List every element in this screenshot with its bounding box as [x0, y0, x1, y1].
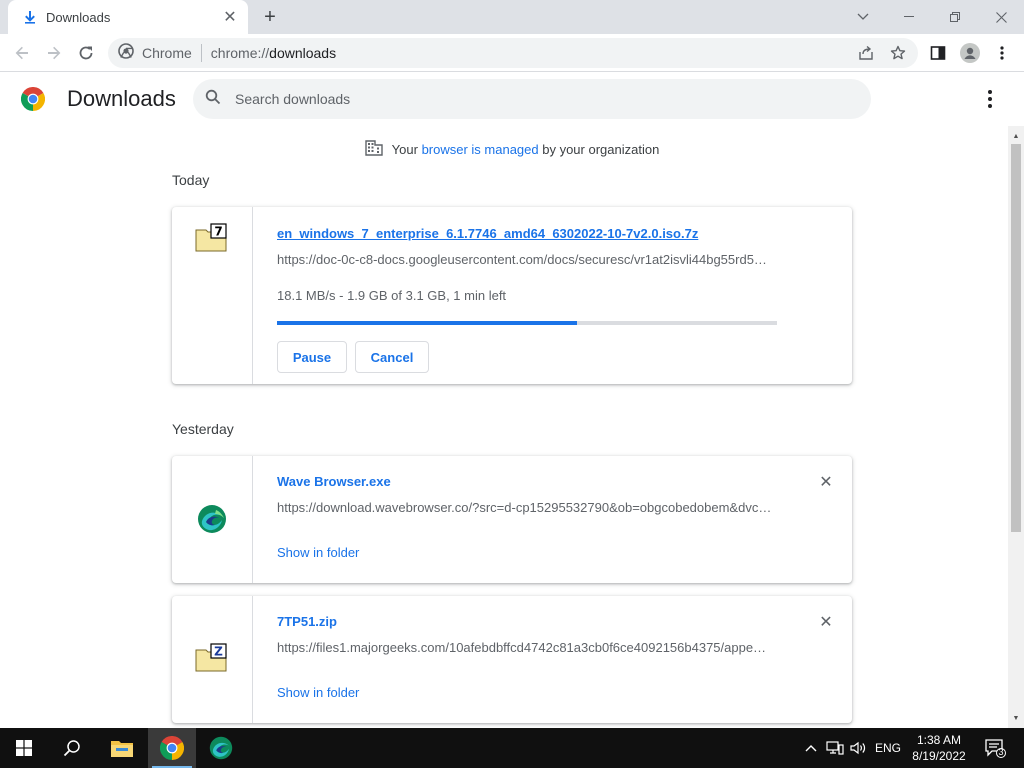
- chrome-taskbar-icon[interactable]: [148, 728, 196, 768]
- building-icon: [364, 140, 383, 159]
- search-icon: [205, 89, 221, 110]
- downloads-list: Your browser is managed by your organiza…: [0, 126, 1008, 728]
- more-actions-icon[interactable]: [978, 87, 1002, 111]
- scrollbar-thumb[interactable]: [1011, 144, 1021, 532]
- wave-browser-icon: [197, 504, 227, 534]
- chrome-menu-icon[interactable]: [989, 40, 1015, 66]
- file-explorer-icon[interactable]: [98, 728, 146, 768]
- svg-text:Z: Z: [214, 645, 223, 659]
- show-in-folder-link[interactable]: Show in folder: [277, 685, 359, 700]
- download-progress-fill: [277, 321, 577, 325]
- minimize-button[interactable]: [886, 0, 932, 34]
- svg-text:7: 7: [214, 225, 222, 239]
- url-host: downloads: [269, 45, 337, 61]
- volume-icon[interactable]: [848, 728, 870, 768]
- download-icon: [22, 9, 38, 25]
- page-title: Downloads: [67, 86, 176, 111]
- profile-avatar-icon[interactable]: [957, 40, 983, 66]
- system-clock[interactable]: 1:38 AM 8/19/2022: [906, 732, 972, 764]
- tab-search-icon[interactable]: [840, 0, 886, 34]
- 7z-archive-icon: 7: [195, 223, 229, 253]
- back-button[interactable]: [9, 40, 35, 66]
- share-icon[interactable]: [853, 40, 879, 66]
- notification-count: 3: [998, 747, 1004, 757]
- download-progress-bar: [277, 321, 777, 325]
- zip-archive-icon: Z: [195, 643, 229, 673]
- scroll-up-arrow-icon[interactable]: ▲: [1008, 128, 1024, 144]
- show-hidden-icons-chevron-icon[interactable]: [800, 728, 822, 768]
- address-bar[interactable]: Chrome chrome:// downloads: [108, 38, 918, 68]
- managed-text-prefix: Your: [391, 142, 422, 157]
- page-scrollbar[interactable]: ▲ ▼: [1008, 126, 1024, 728]
- omnibox-divider: [200, 44, 202, 62]
- restore-button[interactable]: [932, 0, 978, 34]
- section-yesterday: Yesterday: [172, 421, 234, 437]
- clock-date: 8/19/2022: [912, 749, 966, 763]
- download-card-active: 7 en_windows_7_enterprise_6.1.7746_amd64…: [172, 207, 852, 384]
- browser-managed-link[interactable]: browser is managed: [422, 142, 539, 157]
- download-status: 18.1 MB/s - 1.9 GB of 3.1 GB, 1 min left: [277, 288, 507, 303]
- url-scheme: chrome://: [210, 45, 270, 61]
- remove-from-list-icon[interactable]: ✕: [816, 472, 836, 492]
- network-icon[interactable]: [824, 728, 846, 768]
- file-url: https://download.wavebrowser.co/?src=d-c…: [277, 500, 772, 515]
- file-name-link[interactable]: en_windows_7_enterprise_6.1.7746_amd64_6…: [277, 226, 698, 241]
- downloads-header: Downloads: [0, 72, 1024, 126]
- close-tab-icon[interactable]: ✕: [222, 9, 238, 26]
- chrome-logo: [20, 86, 46, 111]
- close-window-button[interactable]: [978, 0, 1024, 34]
- download-card-wave: Wave Browser.exe https://download.wavebr…: [172, 456, 852, 583]
- scroll-down-arrow-icon[interactable]: ▼: [1008, 710, 1024, 726]
- remove-from-list-icon[interactable]: ✕: [816, 612, 836, 632]
- tab-downloads[interactable]: Downloads ✕: [8, 0, 248, 34]
- section-today: Today: [172, 172, 210, 188]
- action-center-notification-icon[interactable]: 3: [980, 728, 1010, 768]
- chrome-site-icon: [118, 42, 134, 64]
- windows-taskbar: ENG 1:38 AM 8/19/2022 3: [0, 728, 1024, 768]
- wave-browser-taskbar-icon[interactable]: [197, 728, 245, 768]
- input-language-indicator[interactable]: ENG: [872, 728, 904, 768]
- file-url: https://doc-0c-c8-docs.googleusercontent…: [277, 252, 767, 267]
- reload-button[interactable]: [73, 40, 99, 66]
- clock-time: 1:38 AM: [916, 733, 962, 747]
- bookmark-star-icon[interactable]: [885, 40, 911, 66]
- site-label: Chrome: [142, 45, 192, 61]
- side-panel-icon[interactable]: [925, 40, 951, 66]
- download-card-zip: Z 7TP51.zip https://files1.majorgeeks.co…: [172, 596, 852, 723]
- tab-title: Downloads: [46, 9, 111, 25]
- file-name-link[interactable]: Wave Browser.exe: [277, 474, 391, 489]
- tab-strip: Downloads ✕ +: [0, 0, 1024, 34]
- cancel-button[interactable]: Cancel: [355, 341, 429, 373]
- new-tab-button[interactable]: +: [258, 6, 282, 28]
- browser-toolbar: Chrome chrome:// downloads: [0, 34, 1024, 72]
- managed-text-suffix: by your organization: [538, 142, 660, 157]
- taskbar-search-icon[interactable]: [48, 728, 96, 768]
- pause-button[interactable]: Pause: [277, 341, 347, 373]
- search-downloads-box[interactable]: [193, 79, 871, 119]
- file-name-link[interactable]: 7TP51.zip: [277, 614, 337, 629]
- start-button[interactable]: [0, 728, 48, 768]
- show-in-folder-link[interactable]: Show in folder: [277, 545, 359, 560]
- file-url: https://files1.majorgeeks.com/10afebdbff…: [277, 640, 767, 655]
- managed-notice: Your browser is managed by your organiza…: [0, 140, 1008, 159]
- forward-button[interactable]: [41, 40, 67, 66]
- search-input[interactable]: [235, 91, 835, 107]
